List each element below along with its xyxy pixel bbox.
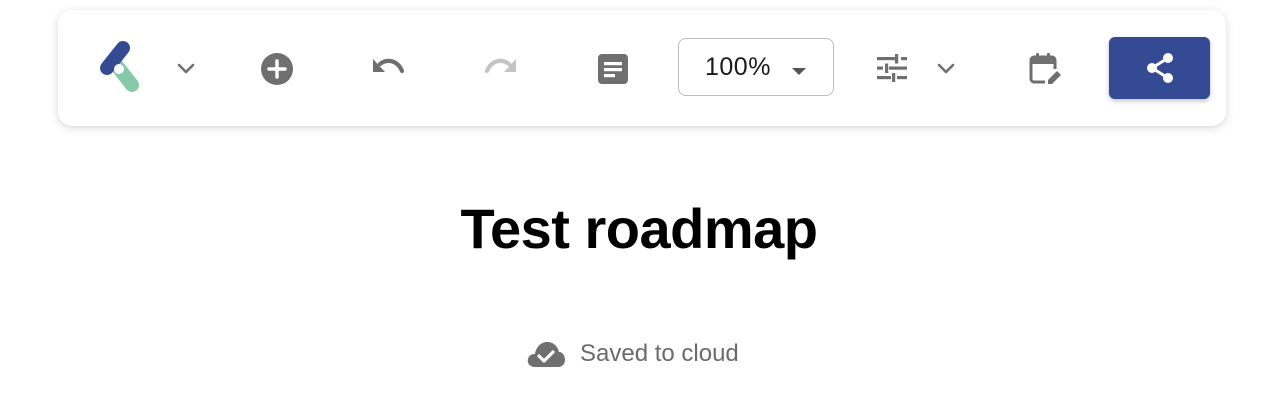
- save-status-text: Saved to cloud: [580, 340, 739, 367]
- notes-button[interactable]: [596, 52, 630, 86]
- sliders-icon: [877, 54, 907, 82]
- zoom-select[interactable]: 100%: [678, 38, 834, 96]
- chevron-down-icon[interactable]: [170, 52, 202, 84]
- share-button[interactable]: [1109, 37, 1210, 99]
- document-title[interactable]: Test roadmap: [0, 196, 1278, 261]
- caret-down-icon: [791, 63, 807, 81]
- redo-icon: [484, 58, 516, 74]
- toolbar: 100%: [58, 10, 1226, 126]
- add-button[interactable]: [258, 50, 296, 88]
- share-icon: [1146, 53, 1173, 83]
- undo-icon: [373, 58, 405, 74]
- calendar-edit-icon: [1029, 53, 1062, 86]
- cloud-done-icon: [527, 342, 565, 367]
- notes-icon: [598, 54, 628, 84]
- app-logo-icon[interactable]: [94, 38, 146, 98]
- add-circle-icon: [261, 53, 293, 85]
- settings-button[interactable]: [874, 52, 910, 84]
- calendar-button[interactable]: [1026, 50, 1064, 88]
- redo-button[interactable]: [481, 52, 521, 84]
- settings-chevron-down-icon[interactable]: [930, 52, 962, 84]
- save-status: Saved to cloud: [526, 338, 739, 370]
- zoom-value: 100%: [705, 52, 771, 81]
- undo-button[interactable]: [368, 52, 408, 84]
